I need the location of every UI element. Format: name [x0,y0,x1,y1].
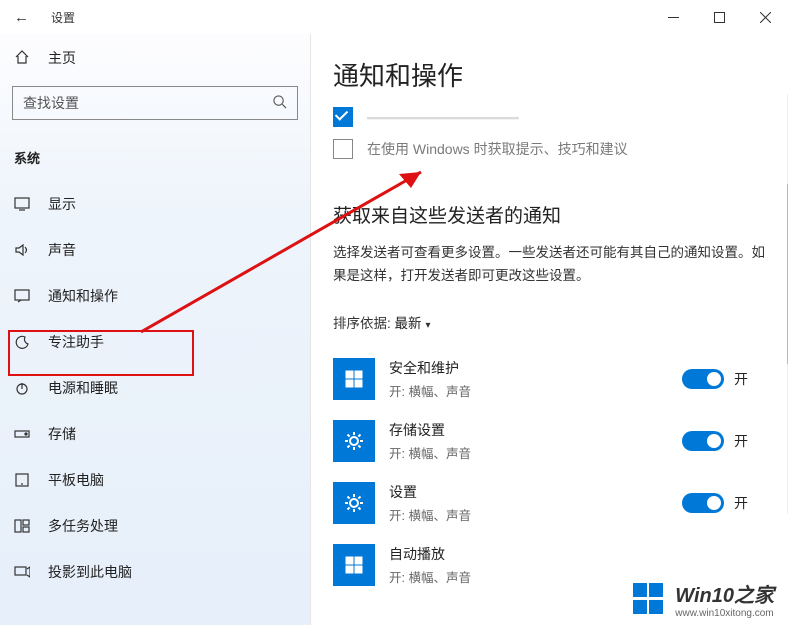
maximize-button[interactable] [696,0,742,34]
sidebar-item-label: 显示 [48,194,76,214]
focus-icon [14,335,30,349]
sender-name: 存储设置 [389,420,682,440]
sidebar-home-label: 主页 [48,48,76,68]
checkbox-unchecked-icon[interactable] [333,139,353,159]
sidebar-item-display[interactable]: 显示 [0,181,310,227]
senders-description: 选择发送者可查看更多设置。一些发送者还可能有其自己的通知设置。如果是这样，打开发… [333,242,768,306]
storage-icon [14,428,30,440]
sidebar-item-multitask[interactable]: 多任务处理 [0,503,310,549]
sidebar-item-label: 通知和操作 [48,286,118,306]
sender-name: 安全和维护 [389,358,682,378]
security-icon [333,358,375,400]
tablet-icon [14,473,30,487]
watermark-brand: Win10之家 [675,579,774,608]
sidebar-item-label: 电源和睡眠 [48,378,118,398]
notification-icon [14,289,30,303]
minimize-button[interactable] [650,0,696,34]
gear-icon [333,482,375,524]
search-icon [272,94,287,112]
project-icon [14,565,30,579]
main-content: 通知和操作 ━━━━━━━━━━━━━━━━━━ 在使用 Windows 时获取… [310,34,788,625]
search-input[interactable]: 查找设置 [12,86,298,120]
back-button[interactable]: ← [14,9,29,26]
sidebar: 主页 查找设置 系统 显示 声音 通知和操作 专注助手 [0,34,310,625]
sound-icon [14,243,30,257]
power-icon [14,381,30,395]
sidebar-nav: 显示 声音 通知和操作 专注助手 电源和睡眠 存储 [0,181,310,595]
autoplay-icon [333,544,375,586]
home-icon [14,49,30,68]
watermark-url: www.win10xitong.com [675,608,774,619]
multitask-icon [14,519,30,533]
sender-name: 设置 [389,482,682,502]
sidebar-item-storage[interactable]: 存储 [0,411,310,457]
sidebar-home[interactable]: 主页 [0,38,310,78]
sender-sub: 开: 横幅、声音 [389,440,682,462]
display-icon [14,197,30,211]
sender-name: 自动播放 [389,544,768,564]
toggle-on-icon[interactable] [682,493,724,513]
sidebar-item-power[interactable]: 电源和睡眠 [0,365,310,411]
gear-icon [333,420,375,462]
sender-toggle[interactable]: 开 [682,369,768,389]
checkbox-label-cutoff: ━━━━━━━━━━━━━━━━━━ [367,110,519,122]
sidebar-item-label: 多任务处理 [48,516,118,536]
checkbox-row-tips[interactable]: 在使用 Windows 时获取提示、技巧和建议 [333,133,768,165]
page-title: 通知和操作 [333,34,768,101]
sidebar-item-label: 投影到此电脑 [48,562,132,582]
windows-logo-icon [633,583,665,615]
window-title: 设置 [51,9,75,26]
sort-label: 排序依据: [333,316,395,331]
sidebar-item-label: 存储 [48,424,76,444]
close-button[interactable] [742,0,788,34]
checkbox-row-cutoff[interactable]: ━━━━━━━━━━━━━━━━━━ [333,101,768,133]
toggle-label: 开 [734,493,748,513]
sidebar-item-notifications[interactable]: 通知和操作 [0,273,310,319]
sender-row[interactable]: 设置 开: 横幅、声音 开 [333,472,768,534]
search-placeholder: 查找设置 [23,93,79,113]
checkbox-label: 在使用 Windows 时获取提示、技巧和建议 [367,139,628,159]
senders-heading: 获取来自这些发送者的通知 [333,165,768,242]
sender-row[interactable]: 安全和维护 开: 横幅、声音 开 [333,348,768,410]
chevron-down-icon: ▾ [426,320,431,331]
checkbox-checked-icon[interactable] [333,107,353,127]
sidebar-item-sound[interactable]: 声音 [0,227,310,273]
sender-toggle[interactable]: 开 [682,431,768,451]
sidebar-item-project[interactable]: 投影到此电脑 [0,549,310,595]
sidebar-section-label: 系统 [0,138,310,181]
sidebar-item-label: 声音 [48,240,76,260]
toggle-on-icon[interactable] [682,431,724,451]
sort-value: 最新 [395,316,422,331]
titlebar: ← 设置 [0,0,788,34]
sender-toggle[interactable]: 开 [682,493,768,513]
toggle-label: 开 [734,431,748,451]
sender-row[interactable]: 存储设置 开: 横幅、声音 开 [333,410,768,472]
toggle-label: 开 [734,369,748,389]
sidebar-item-tablet[interactable]: 平板电脑 [0,457,310,503]
sidebar-item-label: 平板电脑 [48,470,104,490]
sender-sub: 开: 横幅、声音 [389,378,682,400]
sidebar-item-label: 专注助手 [48,332,104,352]
watermark: Win10之家 www.win10xitong.com [633,579,774,619]
toggle-on-icon[interactable] [682,369,724,389]
sort-dropdown[interactable]: 排序依据: 最新 ▾ [333,306,768,348]
sidebar-item-focus[interactable]: 专注助手 [0,319,310,365]
sender-sub: 开: 横幅、声音 [389,502,682,524]
